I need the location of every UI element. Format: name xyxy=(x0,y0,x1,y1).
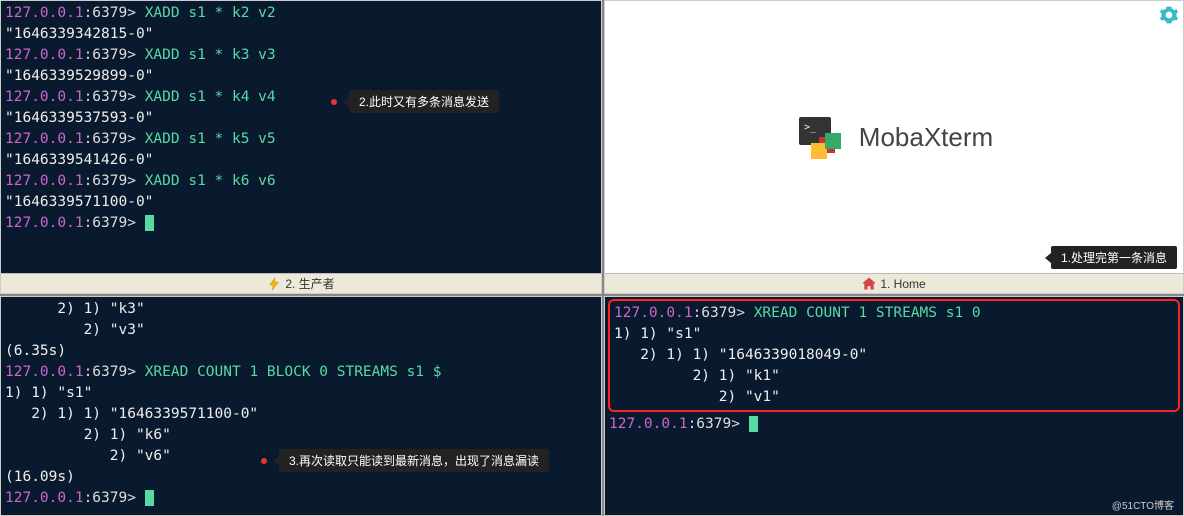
annotation-3: 3.再次读取只能读到最新消息，出现了消息漏读 xyxy=(279,449,549,472)
gear-icon[interactable] xyxy=(1159,5,1179,29)
terminal-consumer-right-after[interactable]: 127.0.0.1:6379> xyxy=(605,412,1183,437)
watermark: @51CTO博客 xyxy=(1112,497,1174,512)
dot-icon xyxy=(331,99,337,105)
home-content: >_ MobaXterm xyxy=(605,1,1183,273)
highlight-box: 127.0.0.1:6379> XREAD COUNT 1 STREAMS s1… xyxy=(608,299,1180,412)
lightning-icon xyxy=(267,277,281,291)
tab-producer[interactable]: 2. 生产者 xyxy=(1,273,601,293)
mobaxterm-logo-icon: >_ xyxy=(795,113,843,161)
terminal-producer[interactable]: 127.0.0.1:6379> XADD s1 * k2 v2 "1646339… xyxy=(1,1,601,273)
svg-text:>_: >_ xyxy=(804,122,817,133)
pointer-icon xyxy=(343,97,349,107)
tab-home[interactable]: 1. Home xyxy=(605,273,1183,293)
home-icon xyxy=(862,277,876,291)
app-title: MobaXterm xyxy=(859,122,993,153)
terminal-consumer-right-boxed[interactable]: 127.0.0.1:6379> XREAD COUNT 1 STREAMS s1… xyxy=(610,301,1178,410)
annotation-1: 1.处理完第一条消息 xyxy=(1051,246,1177,269)
home-pane: >_ MobaXterm 1. Home 1.处理完第一条消息 xyxy=(604,0,1184,294)
terminal-producer-pane: 127.0.0.1:6379> XADD s1 * k2 v2 "1646339… xyxy=(0,0,602,294)
dot-icon xyxy=(261,458,267,464)
terminal-consumer-left[interactable]: 2) 1) "k3" 2) "v3" (6.35s) 127.0.0.1:637… xyxy=(1,297,601,515)
annotation-2: 2.此时又有多条消息发送 xyxy=(349,90,499,113)
terminal-consumer-right-pane: 127.0.0.1:6379> XREAD COUNT 1 STREAMS s1… xyxy=(604,296,1184,516)
terminal-consumer-left-pane: 2) 1) "k3" 2) "v3" (6.35s) 127.0.0.1:637… xyxy=(0,296,602,516)
pointer-icon xyxy=(273,456,279,466)
pointer-icon xyxy=(1045,253,1051,263)
tab-label: 2. 生产者 xyxy=(285,275,334,292)
tab-label: 1. Home xyxy=(880,277,925,291)
pane-grid: 127.0.0.1:6379> XADD s1 * k2 v2 "1646339… xyxy=(0,0,1184,516)
